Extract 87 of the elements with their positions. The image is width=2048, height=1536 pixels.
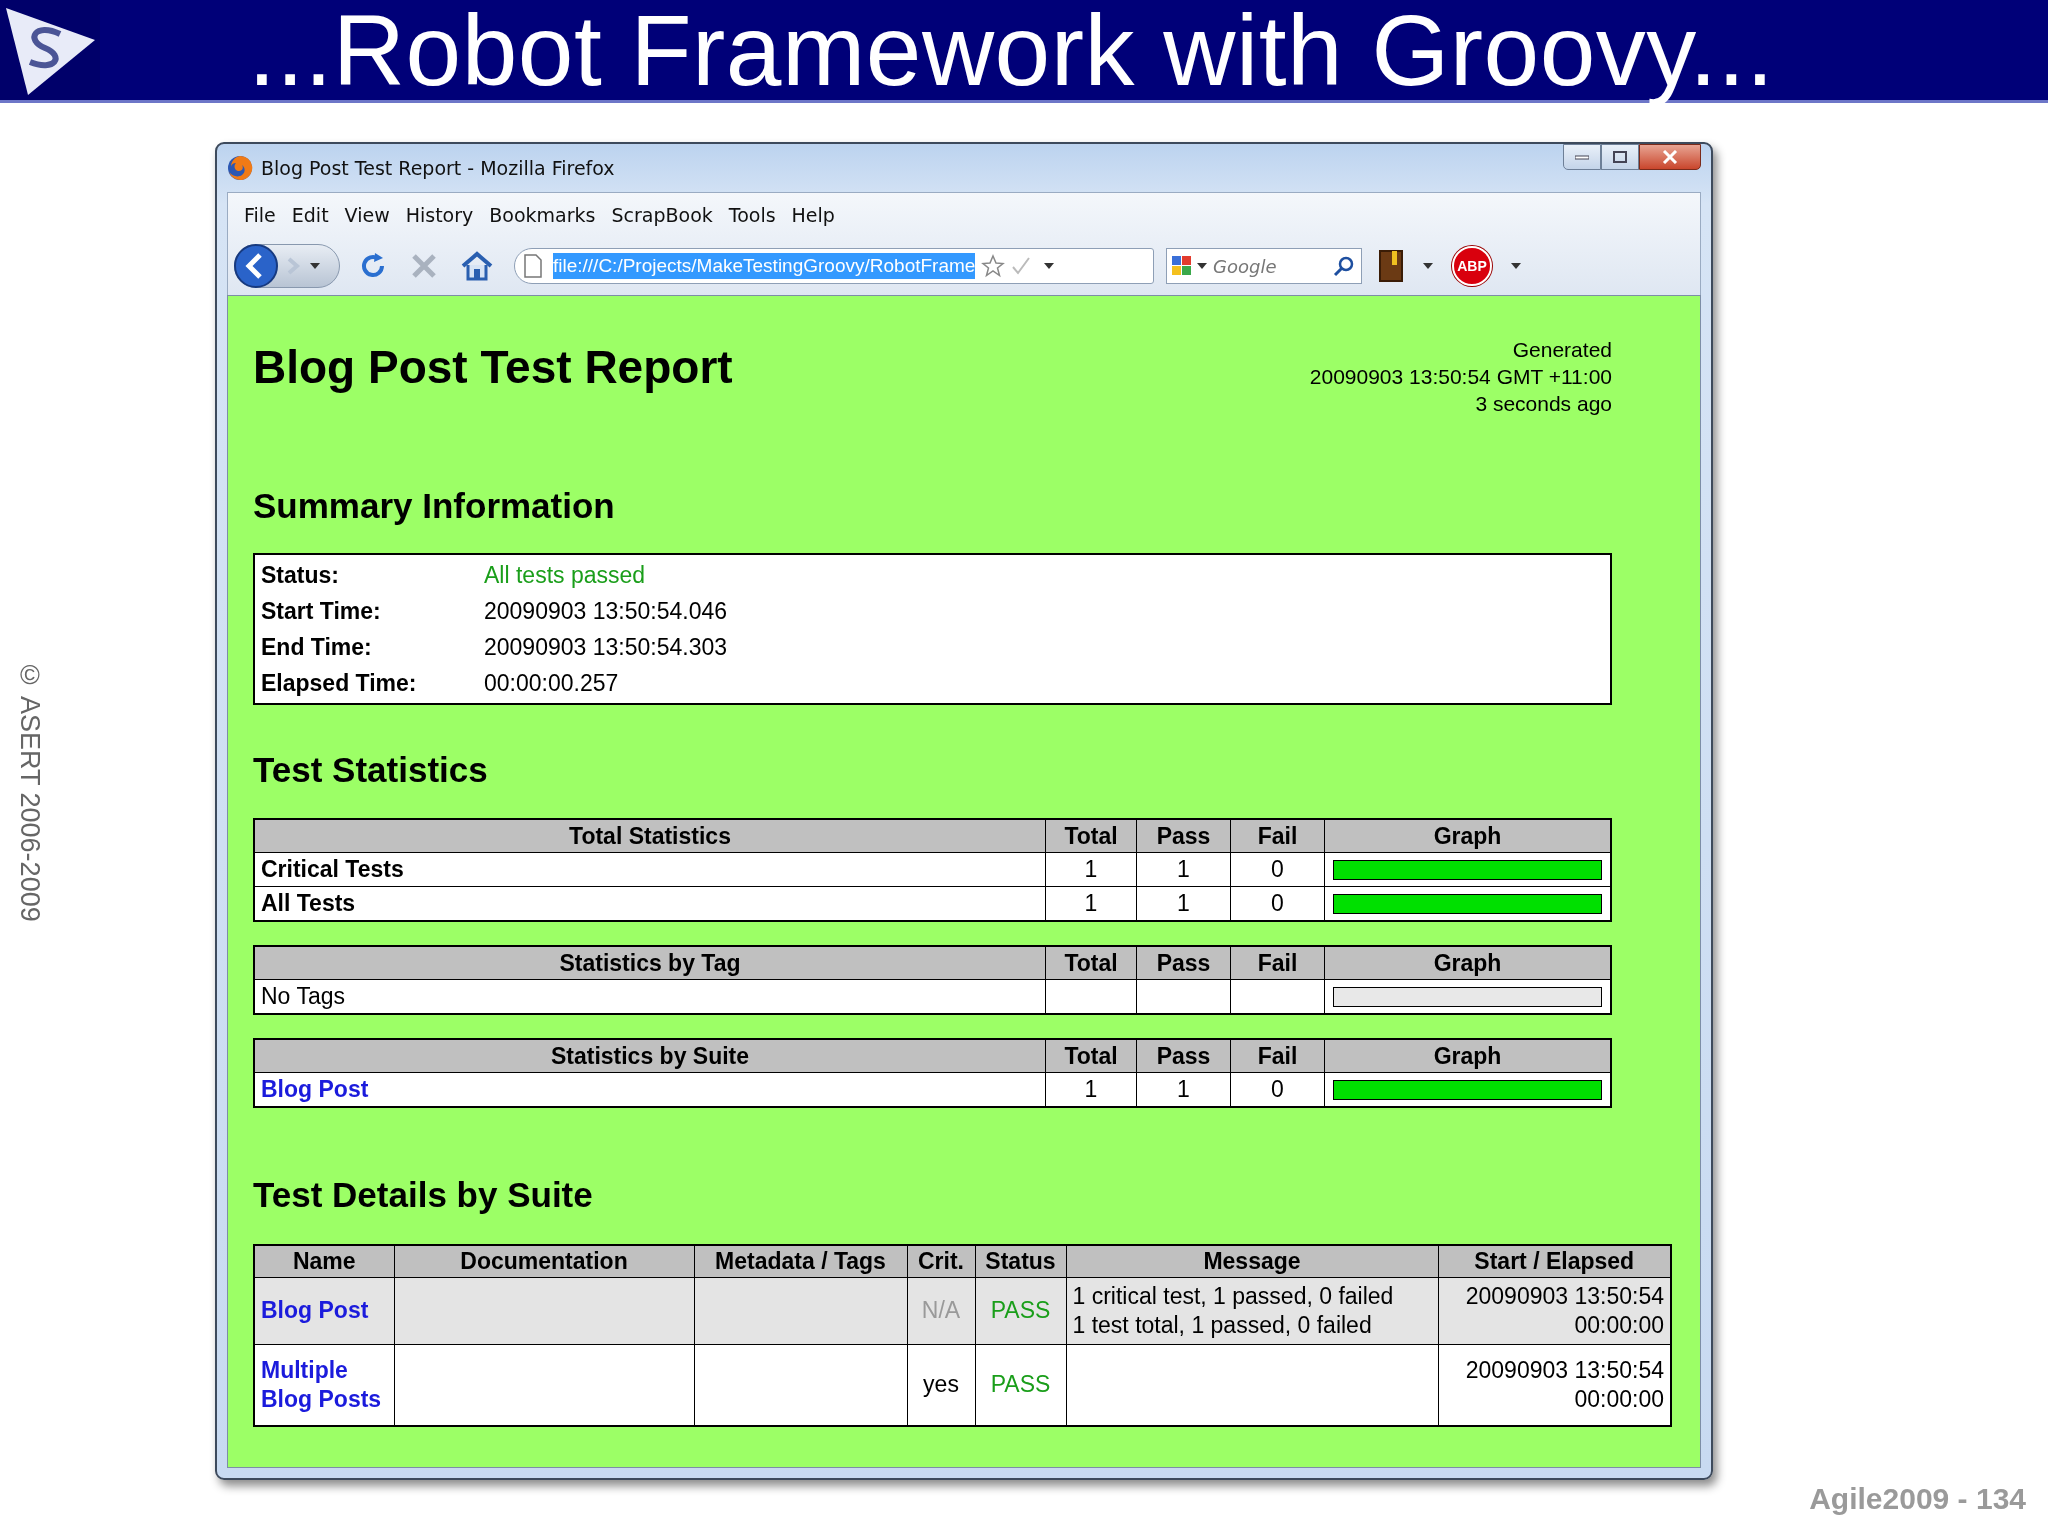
copyright-notice: © ASERT 2006-2009 <box>14 660 45 922</box>
search-placeholder: Google <box>1213 255 1278 277</box>
book-icon[interactable] <box>1378 249 1404 283</box>
generated-info: 20090903 13:50:54 GMT +11:00 <box>1309 364 1612 390</box>
summary-value: 00:00:00.257 <box>484 669 619 697</box>
table-cell: yes <box>907 1344 975 1426</box>
search-field[interactable]: Google <box>1166 248 1362 284</box>
table-cell: Critical Tests <box>254 852 1046 887</box>
close-button[interactable] <box>1639 144 1701 170</box>
menu-item[interactable]: View <box>336 200 398 230</box>
star-icon[interactable] <box>981 254 1006 278</box>
start-time: 20090903 13:50:54 <box>1464 1281 1664 1311</box>
summary-label: End Time: <box>261 633 373 661</box>
column-header: Metadata / Tags <box>694 1245 907 1277</box>
summary-value: All tests passed <box>484 561 646 589</box>
search-icon[interactable] <box>1333 255 1355 277</box>
status-cell: PASS <box>975 1277 1066 1344</box>
table-cell: 1 <box>1045 852 1137 887</box>
column-header: Graph <box>1324 946 1611 980</box>
menu-item[interactable]: History <box>397 200 482 230</box>
section-heading: Test Statistics <box>253 750 489 790</box>
minimize-button[interactable] <box>1563 144 1601 170</box>
table-cell: 1 <box>1136 852 1231 887</box>
maximize-icon <box>1613 151 1627 163</box>
window-title: Blog Post Test Report - Mozilla Firefox <box>261 157 616 179</box>
column-header: Statistics by Suite <box>254 1039 1046 1073</box>
table-cell: 0 <box>1230 852 1325 887</box>
menu-item[interactable]: Tools <box>720 200 784 230</box>
menu-item[interactable]: Bookmarks <box>481 200 604 230</box>
section-heading: Summary Information <box>253 486 616 526</box>
elapsed-time: 00:00:00 <box>1573 1310 1664 1340</box>
status-cell: PASS <box>975 1344 1066 1426</box>
back-forward-button[interactable] <box>234 244 340 288</box>
menu-item[interactable]: Edit <box>283 200 337 230</box>
slide-footer: Agile2009 - 134 <box>1809 1482 2026 1516</box>
checkmark-icon <box>1011 256 1032 276</box>
column-header: Total Statistics <box>254 819 1046 853</box>
close-icon <box>1662 150 1678 164</box>
column-header: Graph <box>1324 819 1611 853</box>
column-header: Fail <box>1230 946 1325 980</box>
column-header: Name <box>254 1245 394 1277</box>
column-header: Total <box>1045 946 1137 980</box>
generated-info: 3 seconds ago <box>1475 391 1612 417</box>
column-header: Total <box>1045 819 1137 853</box>
dropdown-icon[interactable] <box>309 262 321 270</box>
message-text: 1 test total, 1 passed, 0 failed <box>1072 1310 1373 1340</box>
start-time: 20090903 13:50:54 <box>1464 1355 1664 1385</box>
column-header: Fail <box>1230 1039 1325 1073</box>
dropdown-icon[interactable] <box>1422 262 1434 270</box>
column-header: Message <box>1066 1245 1438 1277</box>
suite-link[interactable]: Multiple Blog Posts <box>254 1344 394 1426</box>
maximize-button[interactable] <box>1601 144 1639 170</box>
menu-item[interactable]: File <box>236 200 284 230</box>
menu-item[interactable]: ScrapBook <box>603 200 721 230</box>
column-header: Pass <box>1136 1039 1231 1073</box>
home-icon[interactable] <box>460 251 494 281</box>
dropdown-icon[interactable] <box>1043 262 1056 270</box>
dropdown-icon[interactable] <box>1510 262 1522 270</box>
summary-label: Elapsed Time: <box>261 669 418 697</box>
firefox-logo-icon <box>227 155 253 181</box>
logo-icon <box>0 0 100 100</box>
generated-info: Generated <box>1512 337 1612 363</box>
table-cell: N/A <box>907 1277 975 1344</box>
column-header: Pass <box>1136 946 1231 980</box>
column-header: Statistics by Tag <box>254 946 1046 980</box>
summary-label: Status: <box>261 561 340 589</box>
column-header: Total <box>1045 1039 1137 1073</box>
summary-value: 20090903 13:50:54.046 <box>484 597 728 625</box>
menu-item[interactable]: Help <box>783 200 843 230</box>
column-header: Fail <box>1230 819 1325 853</box>
summary-value: 20090903 13:50:54.303 <box>484 633 728 661</box>
suite-link[interactable]: Blog Post <box>254 1277 394 1344</box>
column-header: Graph <box>1324 1039 1611 1073</box>
column-header: Start / Elapsed <box>1438 1245 1671 1277</box>
column-header: Crit. <box>907 1245 975 1277</box>
report-title: Blog Post Test Report <box>253 340 733 395</box>
adblock-button[interactable]: ABP <box>1452 246 1492 286</box>
summary-label: Start Time: <box>261 597 382 625</box>
column-header: Documentation <box>394 1245 694 1277</box>
minimize-icon <box>1575 154 1589 160</box>
message-text: 1 critical test, 1 passed, 0 failed <box>1072 1281 1395 1311</box>
page-icon <box>523 254 543 278</box>
column-header: Pass <box>1136 819 1231 853</box>
column-header: Status <box>975 1245 1066 1277</box>
section-heading: Test Details by Suite <box>253 1175 594 1215</box>
elapsed-time: 00:00:00 <box>1573 1384 1664 1414</box>
dropdown-icon[interactable] <box>1197 263 1207 269</box>
